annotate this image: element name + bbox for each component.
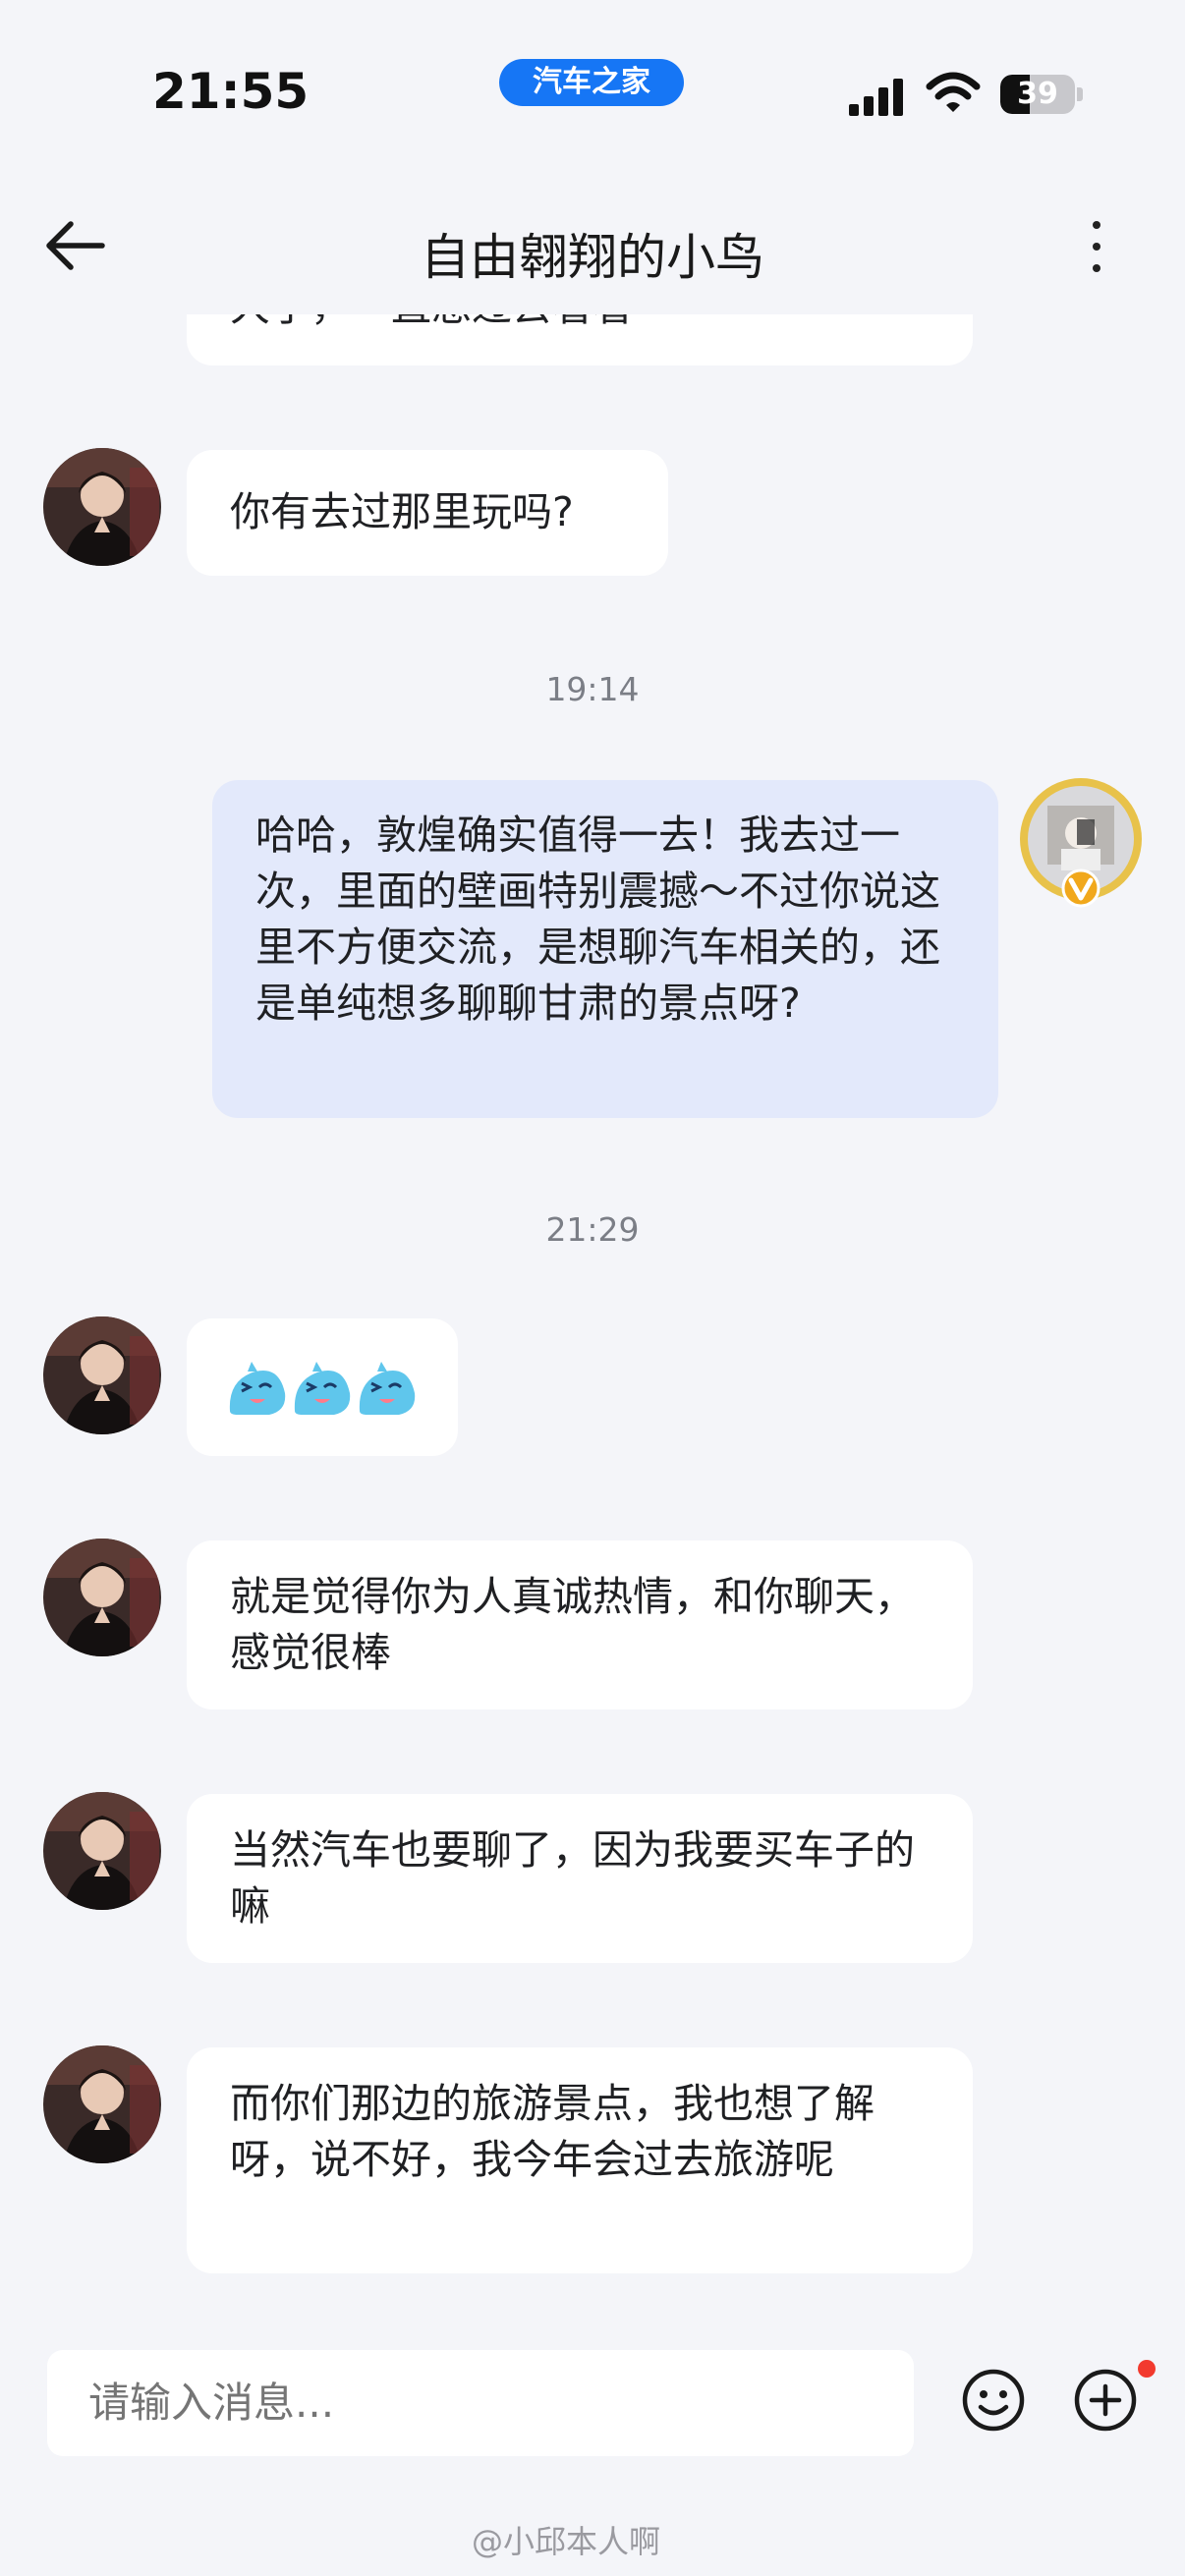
message-text: 而你们那边的旅游景点，我也想了解呀，说不好，我今年会过去旅游呢	[230, 2080, 875, 2183]
more-actions-button[interactable]	[1073, 2368, 1138, 2433]
contact-avatar[interactable]	[43, 2045, 161, 2163]
battery-level: 39	[1017, 77, 1058, 111]
contact-avatar[interactable]	[43, 448, 161, 566]
message-text: 就是觉得你为人真诚热情，和你聊天，感觉很棒	[230, 1573, 915, 1676]
message-bubble-received[interactable]: 就是觉得你为人真诚热情，和你聊天，感觉很棒	[187, 1540, 973, 1709]
message-bubble-received[interactable]: 而你们那边的旅游景点，我也想了解呀，说不好，我今年会过去旅游呢	[187, 2047, 973, 2273]
message-bubble-received[interactable]: 当然汽车也要聊了，因为我要买车子的嘛	[187, 1794, 973, 1963]
emoji-icon	[962, 2369, 1025, 2432]
verified-v-icon	[1061, 868, 1100, 908]
wink-sticker-icon	[229, 1362, 416, 1415]
cellular-signal-icon	[849, 77, 908, 116]
timestamp: 19:14	[545, 670, 640, 708]
contact-avatar[interactable]	[43, 1539, 161, 1656]
plus-circle-icon	[1074, 2369, 1137, 2432]
message-bubble-sent[interactable]: 哈哈，敦煌确实值得一去！我去过一次，里面的壁画特别震撼～不过你说这里不方便交流，…	[212, 780, 998, 1118]
wifi-icon	[926, 71, 981, 114]
my-avatar[interactable]	[1018, 776, 1144, 908]
message-text: 哈哈，敦煌确实值得一去！我去过一次，里面的壁画特别震撼～不过你说这里不方便交流，…	[255, 812, 940, 1027]
more-options-button[interactable]	[1081, 211, 1110, 280]
timestamp: 21:29	[545, 1210, 640, 1249]
message-text: 你有去过那里玩吗?	[230, 488, 574, 535]
message-input[interactable]	[47, 2350, 914, 2456]
back-arrow-icon	[46, 221, 105, 270]
contact-avatar[interactable]	[43, 1792, 161, 1910]
status-bar: 21:55 汽车之家 39	[0, 0, 1185, 167]
status-time: 21:55	[152, 63, 310, 120]
page-title: 自由翱翔的小鸟	[421, 229, 764, 286]
battery-tip	[1077, 87, 1083, 101]
app-badge[interactable]: 汽车之家	[499, 59, 684, 106]
chat-area[interactable]: 大了，一直想过去看看 你有去过那里玩吗? 19:14 哈哈，敦煌确实值得一去！我…	[0, 0, 1185, 2576]
back-button[interactable]	[39, 216, 118, 275]
message-bubble-received[interactable]	[187, 1318, 458, 1456]
emoji-button[interactable]	[961, 2368, 1026, 2433]
watermark: @小邱本人啊	[472, 2523, 661, 2560]
message-bubble-received[interactable]: 你有去过那里玩吗?	[187, 450, 668, 576]
battery-icon: 39	[1000, 75, 1075, 114]
chat-header: 自由翱翔的小鸟	[0, 167, 1185, 314]
message-text: 当然汽车也要聊了，因为我要买车子的嘛	[230, 1826, 915, 1930]
contact-avatar[interactable]	[43, 1316, 161, 1434]
notification-dot	[1138, 2360, 1156, 2378]
